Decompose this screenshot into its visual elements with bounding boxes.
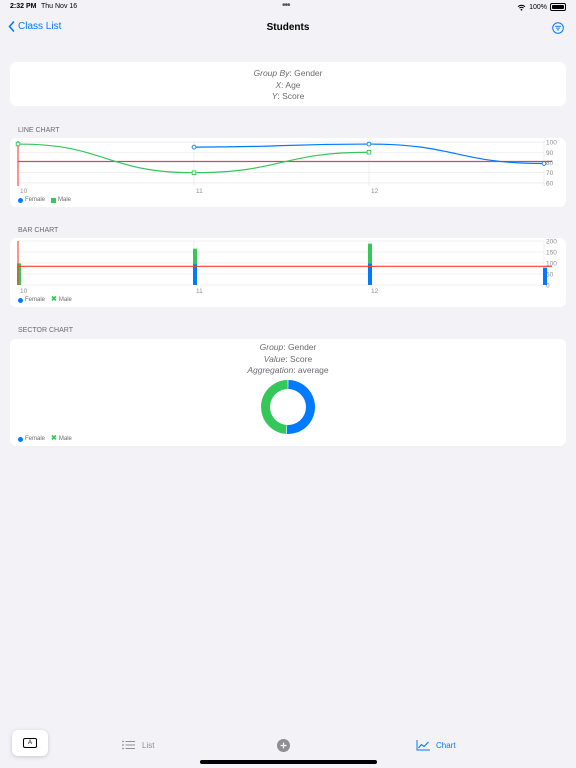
legend-female: Female [18,436,45,442]
sector-agg-key: Aggregation [247,365,294,375]
bar-chart: 20015010050010 11 12 [17,239,557,295]
y-tick-label: 60 [546,180,554,187]
bar-male [193,248,197,265]
data-point-female [366,141,372,147]
plus-circle-icon[interactable] [277,739,290,752]
sector-value-value: Score [289,353,313,364]
sector-group-key: Group [259,342,284,352]
legend-male-label: Male [58,197,72,203]
y-tick-label: 100 [546,140,557,147]
legend-male-swatch [51,197,57,203]
keyboard-button[interactable]: A [12,730,48,756]
bar-chart-legend: Female ✖ Male [18,296,72,303]
line-chart-legend: Female Male [18,197,71,203]
y-tick-label: 50 [546,272,554,279]
data-point-male [191,170,197,175]
legend-male: Male [51,197,71,203]
legend-female: Female [18,197,45,203]
home-indicator [200,760,377,764]
bar-chart-card: 200 150 100 50 0 10 11 12 Female ✖ Male [10,238,566,307]
legend-female-label: Female [25,436,46,442]
tab-list-label: List [142,740,155,750]
sector-chart [261,380,315,434]
keyboard-icon: A [23,738,37,748]
status-time: 2:32 PM [10,3,37,10]
filter-circle-icon[interactable] [552,22,564,34]
sector-male [261,380,288,434]
sector-value-row: Value: Score [263,353,313,364]
data-point-female [541,161,547,166]
battery-icon [550,3,566,11]
navigation-bar: Class List Students [0,14,576,44]
status-right: 100% [517,3,566,11]
status-bar: 2:32 PM Thu Nov 16 ••• 100% [0,0,576,14]
x-tick-label: 12 [371,288,379,295]
bar-male [368,243,372,264]
data-point-male [366,149,372,155]
config-x-row: X: Age [275,79,301,90]
page-title: Students [266,22,310,33]
sector-agg-value: average [297,365,329,375]
tab-bar: A List Chart [0,730,576,768]
legend-female-swatch [18,197,23,203]
config-x-key: X [275,79,282,90]
sector-agg-row: Aggregation: average [247,365,329,375]
config-y-key: Y [271,91,278,101]
wifi-icon [517,4,526,11]
data-point-male [15,141,21,147]
legend-female: Female [18,297,45,303]
config-x-value: Age [285,79,301,90]
line-chart-section-label: LINE CHART [18,127,60,134]
legend-male-label: Male [58,297,72,303]
data-point-female [191,144,197,150]
config-y-value: Score [282,91,305,101]
x-tick-label: 10 [20,188,28,195]
y-tick-label: 90 [546,150,554,157]
x-tick-label: 11 [196,188,203,195]
legend-male: ✖ Male [51,296,72,303]
tab-chart[interactable]: Chart [416,740,456,751]
sector-chart-section-label: SECTOR CHART [18,327,73,334]
line-chart-card: 100 90 80 70 60 10 11 12 Female Male [10,138,566,207]
bar-chart-section-label: BAR CHART [18,227,59,234]
y-tick-label: 70 [546,170,554,177]
config-y-row: Y: Score [271,91,305,101]
sector-chart-card: Group: Gender Value: Score Aggregation: … [10,339,566,446]
x-tick-label: 10 [20,288,28,295]
legend-female-swatch [18,297,23,303]
x-tick-label: 11 [196,288,203,295]
sector-group-row: Group: Gender [259,342,317,352]
sector-chart-legend: Female ✖ Male [18,435,72,442]
config-group-row: Group By: Gender [253,68,323,78]
sector-group-value: Gender [288,342,317,352]
list-icon [122,740,135,750]
y-tick-label: 150 [546,250,557,257]
chart-icon [416,740,430,751]
battery-percent: 100% [529,3,547,11]
legend-female-label: Female [25,297,46,303]
legend-male-swatch: ✖ [51,296,57,303]
tab-list[interactable]: List [122,740,154,750]
legend-female-swatch [18,436,23,442]
legend-male: ✖ Male [51,435,72,442]
sector-female [286,380,315,434]
bar-female [193,264,197,285]
y-tick-label: 200 [546,239,557,246]
legend-male-label: Male [58,436,72,442]
multitasking-dots[interactable]: ••• [282,0,290,11]
status-date: Thu Nov 16 [41,3,78,10]
x-tick-label: 12 [371,188,379,195]
sector-value-key: Value [263,353,286,364]
chart-config-card[interactable]: Group By: Gender X: Age Y: Score [10,62,566,106]
config-group-value: Gender [294,68,323,78]
legend-female-label: Female [25,197,46,203]
config-group-key: Group By [253,68,290,78]
tab-chart-label: Chart [436,741,456,750]
line-chart: 1009080706010 11 12 [15,140,557,195]
bar-female [543,267,547,285]
legend-male-swatch: ✖ [51,435,57,442]
